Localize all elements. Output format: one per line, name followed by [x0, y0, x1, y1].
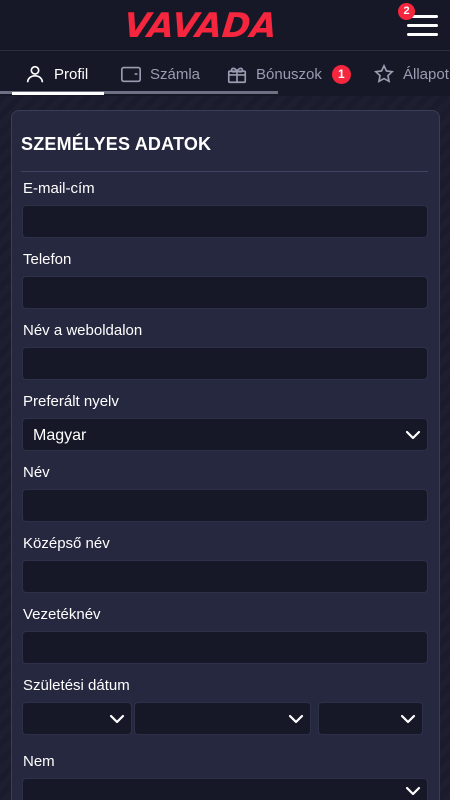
tab-szamla-label: Számla: [150, 65, 201, 83]
divider: [21, 171, 428, 172]
last-name-field[interactable]: [22, 631, 428, 664]
tab-profil[interactable]: Profil: [24, 52, 88, 96]
phone-label: Telefon: [23, 251, 72, 268]
middle-name-label: Középső név: [23, 535, 110, 552]
menu-icon-bar: [407, 33, 438, 36]
top-header: VAVADA 2: [0, 0, 450, 51]
user-icon: [26, 65, 44, 83]
birth-date-label: Születési dátum: [23, 677, 130, 694]
first-name-field[interactable]: [22, 489, 428, 522]
tab-bonuszok[interactable]: Bónuszok 1: [226, 52, 351, 96]
gender-label: Nem: [23, 753, 55, 770]
vavada-logo[interactable]: VAVADA: [122, 6, 279, 46]
email-field[interactable]: [22, 205, 428, 238]
middle-name-field[interactable]: [22, 560, 428, 593]
menu-notification-badge: 2: [398, 3, 415, 20]
language-label: Preferált nyelv: [23, 393, 119, 410]
first-name-label: Név: [23, 464, 50, 481]
gift-icon: [227, 67, 247, 84]
star-icon: [373, 63, 395, 83]
gender-select[interactable]: [22, 778, 428, 800]
section-title: SZEMÉLYES ADATOK: [21, 134, 212, 154]
chevron-down-icon: [405, 786, 421, 796]
birth-month-select[interactable]: [134, 702, 311, 735]
profile-tabs: Profil Számla Bónuszok 1 Állapot: [0, 52, 450, 96]
bonus-count-badge: 1: [331, 64, 351, 84]
active-tab-indicator: [12, 92, 104, 95]
language-select[interactable]: Magyar: [22, 418, 428, 451]
site-name-field[interactable]: [22, 347, 428, 380]
site-name-label: Név a weboldalon: [23, 322, 143, 339]
tab-profil-label: Profil: [54, 65, 89, 83]
tab-allapot[interactable]: Állapot: [373, 52, 449, 96]
chevron-down-icon: [109, 714, 125, 724]
chevron-down-icon: [400, 714, 416, 724]
phone-field[interactable]: [22, 276, 428, 309]
email-label: E-mail-cím: [23, 180, 95, 197]
birth-year-select[interactable]: [318, 702, 423, 735]
last-name-label: Vezetéknév: [23, 606, 101, 623]
chevron-down-icon: [288, 714, 304, 724]
tab-allapot-label: Állapot: [403, 65, 449, 83]
menu-icon-bar: [407, 24, 438, 27]
wallet-icon: [121, 66, 141, 83]
language-selected-value: Magyar: [33, 427, 87, 444]
tab-bonuszok-label: Bónuszok: [256, 65, 322, 83]
chevron-down-icon: [405, 430, 421, 440]
tab-szamla[interactable]: Számla: [120, 52, 200, 96]
birth-day-select[interactable]: [22, 702, 132, 735]
